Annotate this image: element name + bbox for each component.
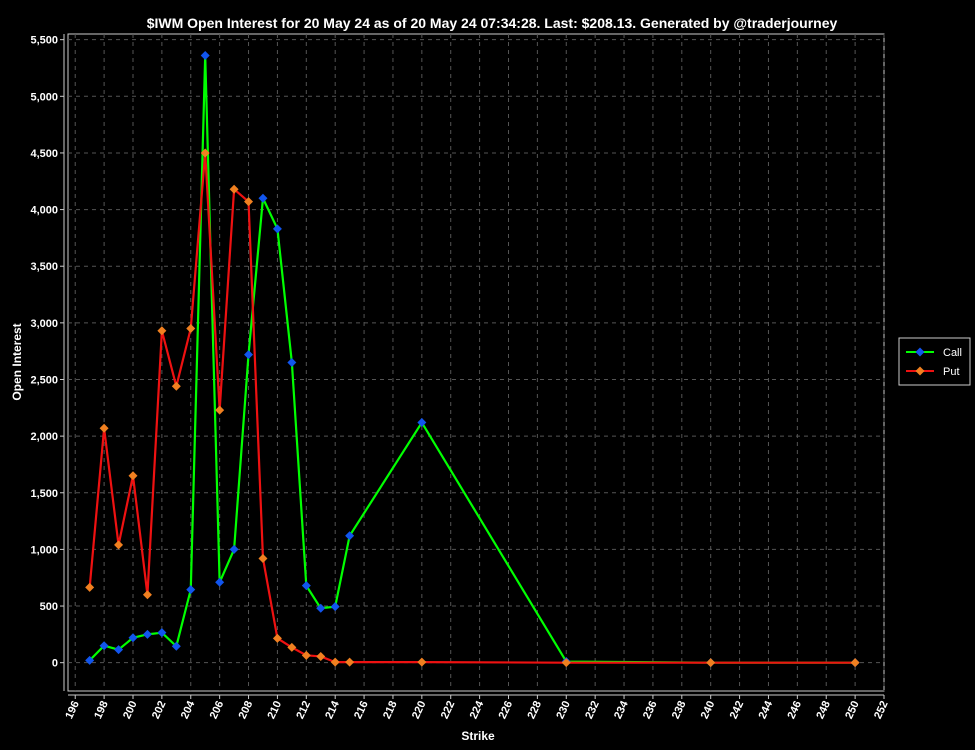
open-interest-chart: $IWM Open Interest for 20 May 24 as of 2… xyxy=(10,15,971,743)
put-legend-label: Put xyxy=(943,366,960,378)
x-axis-label: Strike xyxy=(461,729,495,743)
x-tick-label: 232 xyxy=(583,699,602,721)
x-tick-label: 236 xyxy=(641,699,660,721)
x-tick-label: 198 xyxy=(92,699,111,721)
y-tick-label: 1,500 xyxy=(30,488,58,500)
x-tick-label: 204 xyxy=(179,698,198,721)
legend: Call Put xyxy=(898,337,971,386)
x-tick-label: 202 xyxy=(150,699,169,721)
x-tick-label: 240 xyxy=(699,699,718,721)
call-legend-label: Call xyxy=(943,347,962,359)
x-tick-label: 224 xyxy=(468,698,487,721)
x-tick-label: 230 xyxy=(554,699,573,721)
y-tick-label: 2,500 xyxy=(30,374,58,386)
y-tick-label: 4,500 xyxy=(30,148,58,160)
x-tick-label: 228 xyxy=(525,699,544,721)
y-tick-label: 1,000 xyxy=(30,544,58,556)
y-tick-label: 4,000 xyxy=(30,205,58,217)
y-tick-label: 3,500 xyxy=(30,261,58,273)
x-tick-label: 220 xyxy=(410,699,429,721)
y-tick-label: 3,000 xyxy=(30,318,58,330)
x-tick-label: 234 xyxy=(612,698,631,721)
x-tick-label: 214 xyxy=(323,698,342,721)
x-tick-label: 210 xyxy=(266,699,285,721)
x-tick-label: 246 xyxy=(785,699,804,721)
x-tick-label: 206 xyxy=(208,699,227,721)
x-tick-label: 222 xyxy=(439,699,458,721)
x-tick-label: 212 xyxy=(294,699,313,721)
x-tick-label: 250 xyxy=(843,699,862,721)
y-axis-label: Open Interest xyxy=(10,323,24,400)
x-tick-label: 238 xyxy=(670,699,689,721)
x-tick-label: 218 xyxy=(381,699,400,721)
x-tick-label: 248 xyxy=(814,699,833,721)
x-tick-label: 200 xyxy=(121,699,140,721)
x-tick-label: 208 xyxy=(237,699,256,721)
x-tick-label: 196 xyxy=(63,699,82,721)
x-tick-label: 226 xyxy=(497,699,516,721)
y-tick-label: 500 xyxy=(40,601,58,613)
y-tick-label: 5,500 xyxy=(30,35,58,47)
y-tick-label: 5,000 xyxy=(30,91,58,103)
y-tick-label: 0 xyxy=(52,658,58,670)
x-tick-label: 244 xyxy=(757,698,776,721)
x-tick-label: 252 xyxy=(872,699,891,721)
chart-title: $IWM Open Interest for 20 May 24 as of 2… xyxy=(147,15,838,31)
x-tick-label: 242 xyxy=(728,699,747,721)
y-tick-label: 2,000 xyxy=(30,431,58,443)
x-tick-label: 216 xyxy=(352,699,371,721)
